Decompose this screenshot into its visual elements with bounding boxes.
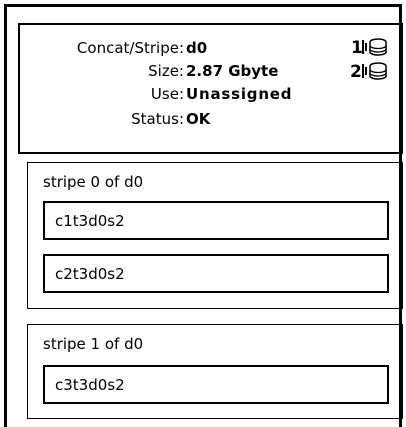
disk-stack-icon: 1 (351, 38, 387, 58)
size-value: 2.87 Gbyte (186, 62, 279, 80)
stripe-2-marker: 2 (350, 60, 400, 82)
stripe-1-panel[interactable]: stripe 1 of d0 c3t3d0s2 (27, 324, 403, 419)
stripe-1-title: stripe 1 of d0 (43, 335, 144, 353)
stripe-0-panel[interactable]: stripe 0 of d0 c1t3d0s2 c2t3d0s2 (27, 162, 403, 309)
stripe-1-marker: 1 (350, 36, 400, 58)
svg-text:2: 2 (350, 62, 362, 82)
slice-c2t3d0s2[interactable]: c2t3d0s2 (43, 254, 389, 293)
slice-c1t3d0s2[interactable]: c1t3d0s2 (43, 201, 389, 240)
concat-stripe-label: Concat/Stripe: (76, 39, 184, 57)
slice-label: c2t3d0s2 (55, 265, 125, 283)
size-label: Size: (148, 62, 184, 80)
stripe-0-title: stripe 0 of d0 (43, 173, 144, 191)
concat-info-panel[interactable]: Concat/Stripe: d0 Size: 2.87 Gbyte Use: … (18, 23, 403, 154)
status-label: Status: (131, 110, 184, 128)
slice-label: c1t3d0s2 (55, 212, 125, 230)
use-label: Use: (150, 85, 184, 103)
metadevice-window: Concat/Stripe: d0 Size: 2.87 Gbyte Use: … (4, 4, 403, 427)
status-value: OK (186, 110, 211, 128)
slice-c3t3d0s2[interactable]: c3t3d0s2 (43, 365, 389, 404)
disk-stack-icon: 2 (350, 62, 387, 82)
slice-label: c3t3d0s2 (55, 376, 125, 394)
concat-stripe-value: d0 (186, 39, 208, 57)
svg-text:1: 1 (351, 38, 363, 58)
use-value: Unassigned (186, 85, 293, 103)
